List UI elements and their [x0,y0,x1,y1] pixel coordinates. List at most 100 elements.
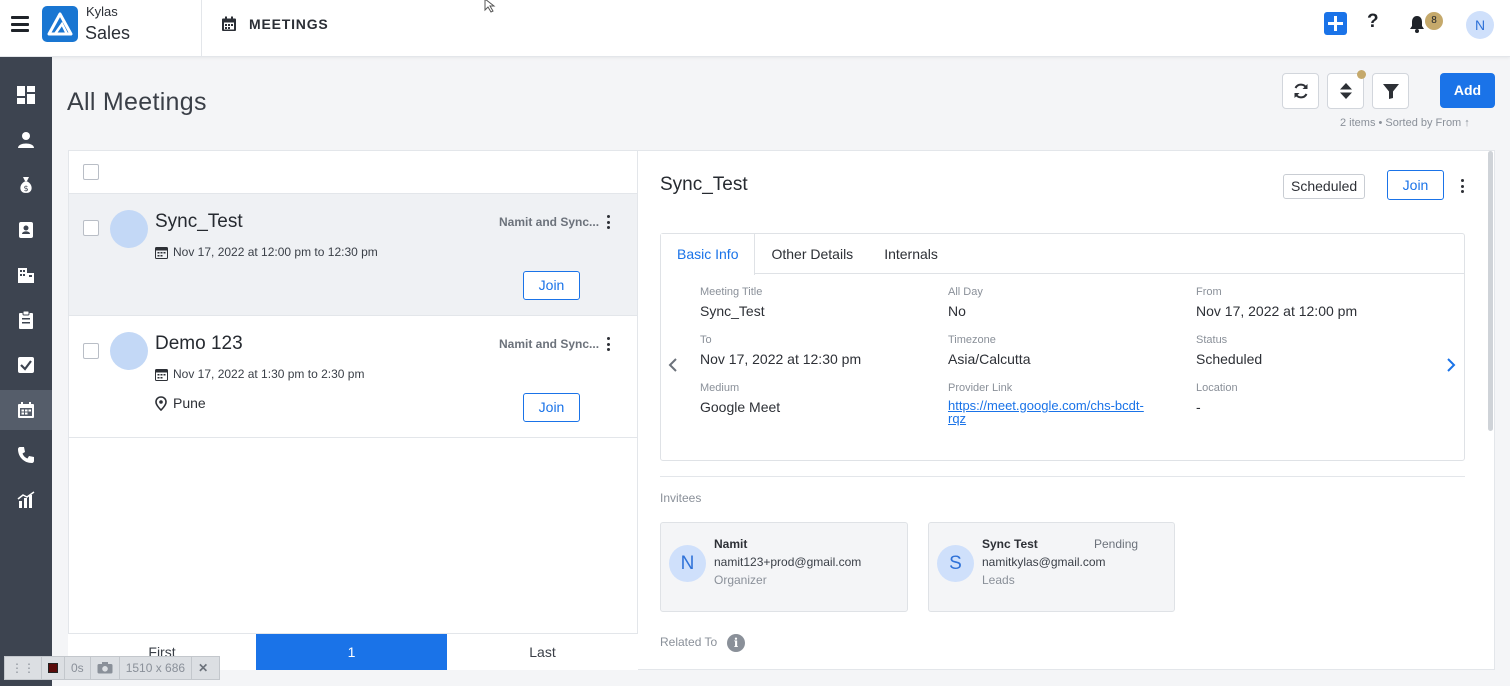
calendar-icon [155,368,168,381]
sidebar-item-leads[interactable] [0,120,52,160]
record-indicator[interactable] [42,657,65,679]
field-label: Medium [700,382,740,394]
kylas-logo[interactable] [42,6,78,42]
checkbox-icon [18,357,34,373]
chevron-right-icon[interactable] [1445,356,1457,379]
meeting-date: Nov 17, 2022 at 1:30 pm to 2:30 pm [155,367,364,381]
detail-tabs: Basic Info Other Details Internals [661,234,1464,275]
chevron-left-icon[interactable] [667,356,679,379]
list-item[interactable]: Demo 123 Namit and Sync... Nov 17, 2022 … [69,316,637,438]
meeting-participants: Namit and Sync... [499,337,600,351]
sidebar-item-dashboard[interactable] [0,75,52,115]
sidebar-item-meetings[interactable] [0,390,52,430]
sidebar-item-tasks-board[interactable] [0,300,52,340]
field-label: Meeting Title [700,286,763,298]
calendar-icon [222,16,236,31]
detail-title: Sync_Test [660,174,748,195]
current-page-button[interactable]: 1 [256,634,447,670]
tab-other-details[interactable]: Other Details [755,234,869,274]
module-title: MEETINGS [249,16,329,32]
meeting-date-text: Nov 17, 2022 at 12:00 pm to 12:30 pm [173,245,378,259]
calendar-icon [155,246,168,259]
meetings-list: Sync_Test Namit and Sync... Nov 17, 2022… [68,150,638,670]
field-provider-link: Provider Link https://meet.google.com/ch… [948,382,1153,425]
join-button[interactable]: Join [523,271,580,300]
brand-product: Sales [85,23,131,43]
meeting-location: Pune [155,395,206,411]
meeting-title[interactable]: Demo 123 [155,333,243,355]
user-avatar[interactable]: N [1466,11,1494,39]
info-icon[interactable]: i [727,634,745,652]
filter-button[interactable] [1372,73,1409,109]
clipboard-icon [19,311,33,329]
module-header: MEETINGS [221,16,329,32]
scrollbar[interactable] [1488,151,1493,431]
add-meeting-button[interactable]: Add [1440,73,1495,108]
join-button[interactable]: Join [523,393,580,422]
field-value: Nov 17, 2022 at 12:30 pm [700,351,862,367]
invitee-avatar: N [669,545,706,582]
list-meta: 2 items • Sorted by From ↑ [1340,117,1470,129]
sidebar: $ [0,57,52,686]
invitee-email: namitkylas@gmail.com [982,555,1106,569]
field-all-day: All Day No [948,286,983,319]
money-bag-icon: $ [20,177,32,193]
sidebar-item-calls[interactable] [0,435,52,475]
invitee-role: Organizer [714,573,767,587]
menu-icon[interactable] [11,16,29,32]
field-value: Google Meet [700,399,781,415]
more-options-icon[interactable] [606,337,610,351]
tab-basic-info[interactable]: Basic Info [661,234,756,275]
meeting-title[interactable]: Sync_Test [155,211,243,233]
row-checkbox[interactable] [83,343,99,359]
invitee-role: Leads [982,573,1015,587]
sidebar-item-deals[interactable]: $ [0,165,52,205]
close-icon[interactable]: ✕ [192,657,214,679]
refresh-button[interactable] [1282,73,1319,109]
invitee-card: S Sync Test namitkylas@gmail.com Leads P… [928,522,1175,612]
camera-icon[interactable] [91,657,120,679]
field-label: Location [1196,382,1238,394]
notification-badge: 8 [1425,12,1443,30]
field-label: All Day [948,286,983,298]
location-pin-icon [155,395,167,411]
field-value: - [1196,399,1201,415]
invitee-card: N Namit namit123+prod@gmail.com Organize… [660,522,908,612]
meeting-avatar [110,332,148,370]
select-all-checkbox[interactable] [83,164,99,180]
list-item[interactable]: Sync_Test Namit and Sync... Nov 17, 2022… [69,194,637,316]
field-status: Status Scheduled [1196,334,1262,367]
help-icon[interactable]: ? [1367,11,1379,33]
sidebar-item-reports[interactable] [0,480,52,520]
svg-text:$: $ [23,184,28,193]
invitees-heading: Invitees [660,491,702,505]
quick-add-button[interactable] [1324,12,1347,35]
refresh-icon [1294,83,1307,99]
more-options-icon[interactable] [1460,179,1464,193]
meeting-participants: Namit and Sync... [499,215,600,229]
sidebar-item-contacts[interactable] [0,210,52,250]
detail-join-button[interactable]: Join [1387,170,1444,200]
field-label: To [700,334,712,346]
divider [201,0,202,57]
field-to: To Nov 17, 2022 at 12:30 pm [700,334,861,367]
field-label: Status [1196,334,1228,346]
tab-internals[interactable]: Internals [869,234,954,274]
list-header [69,151,637,194]
provider-link[interactable]: https://meet.google.com/chs-bcdt-rqz [948,399,1153,425]
field-from: From Nov 17, 2022 at 12:00 pm [1196,286,1357,319]
row-checkbox[interactable] [83,220,99,236]
sidebar-item-companies[interactable] [0,255,52,295]
sidebar-item-tasks[interactable] [0,345,52,385]
dashboard-icon [17,86,35,104]
more-options-icon[interactable] [606,215,610,229]
top-bar: Kylas Sales MEETINGS ? 8 N [0,0,1510,57]
bell-icon[interactable] [1409,15,1425,33]
field-medium: Medium Google Meet [700,382,780,415]
sort-indicator-dot [1357,70,1366,79]
drag-handle-icon[interactable]: ⋮⋮ [5,657,42,679]
phone-icon [18,447,34,463]
screen-recorder-toolbar: ⋮⋮ 0s 1510 x 686 ✕ [4,656,220,680]
last-page-button[interactable]: Last [447,634,638,670]
field-value: Sync_Test [700,303,765,319]
